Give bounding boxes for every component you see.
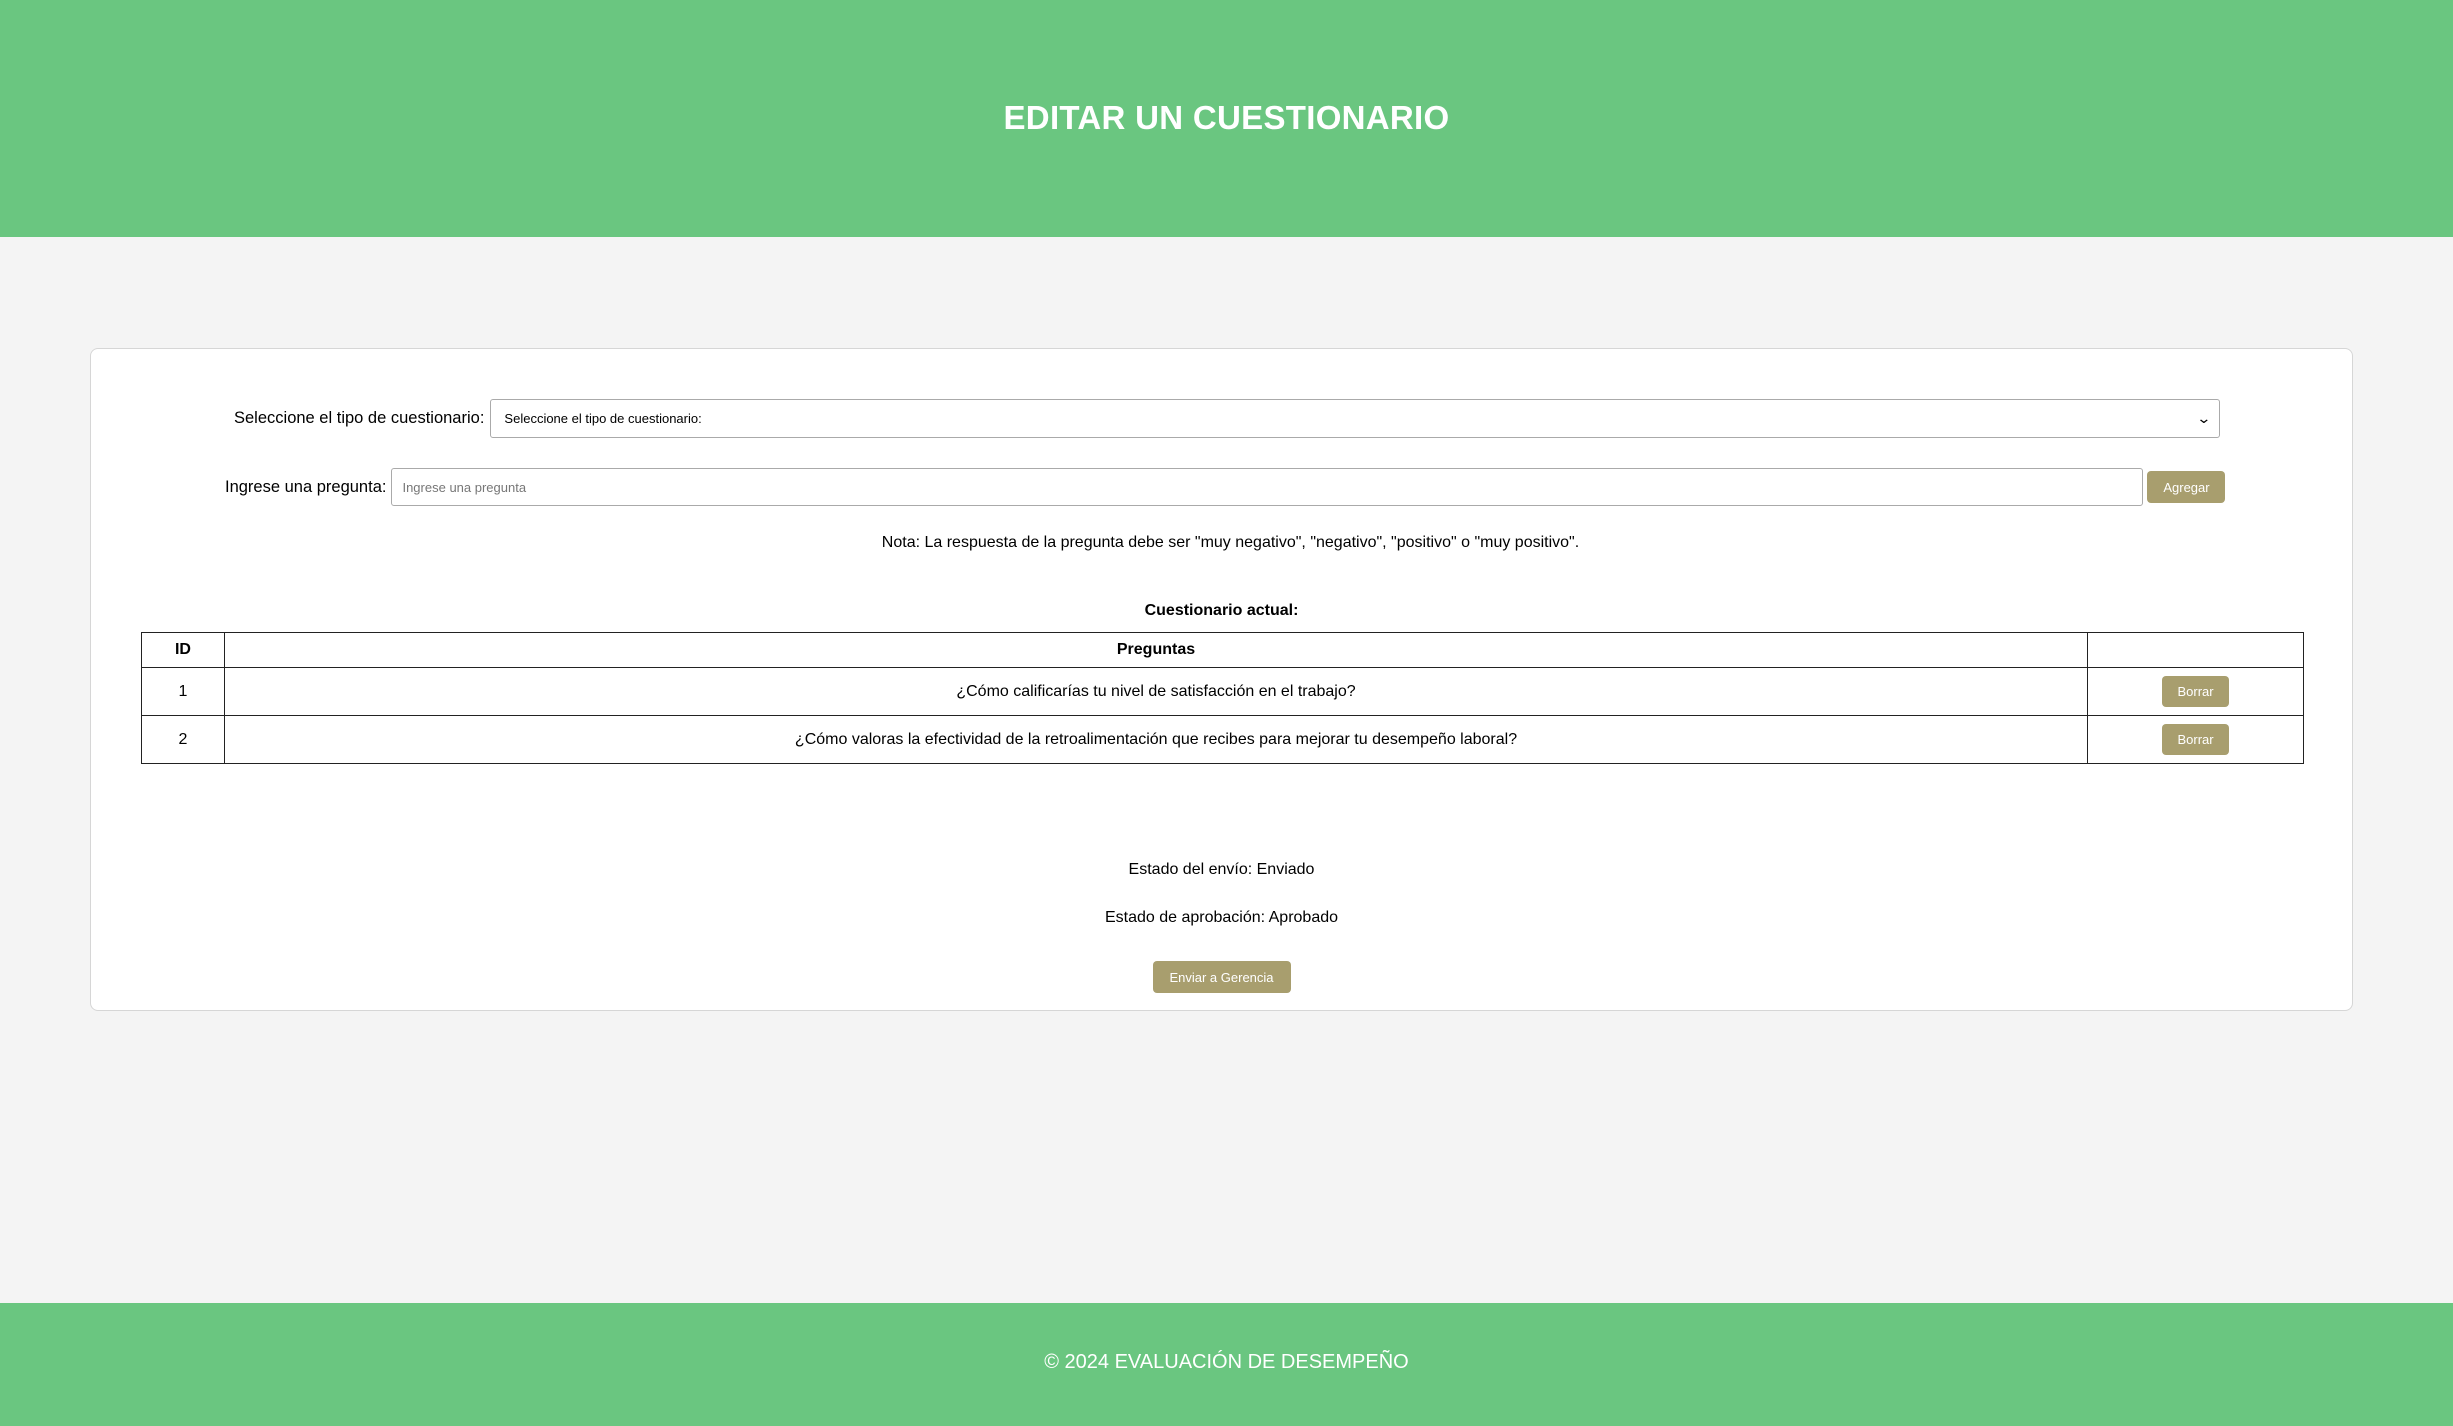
row-question: ¿Cómo valoras la efectividad de la retro… bbox=[223, 715, 2089, 764]
row-question: ¿Cómo calificarías tu nivel de satisfacc… bbox=[223, 667, 2089, 716]
row-id: 2 bbox=[141, 715, 225, 764]
chevron-down-icon: ⌄ bbox=[2195, 410, 2212, 426]
current-questionnaire-title: Cuestionario actual: bbox=[1144, 602, 1299, 619]
footer-copyright: © 2024 EVALUACIÓN DE DESEMPEÑO bbox=[1044, 1351, 1409, 1373]
row-actions: Borrar bbox=[2087, 667, 2304, 716]
column-header-actions bbox=[2087, 632, 2304, 668]
send-status: Estado del envío: Enviado bbox=[1128, 861, 1315, 878]
page-footer: © 2024 EVALUACIÓN DE DESEMPEÑO bbox=[0, 1303, 2453, 1426]
approval-status: Estado de aprobación: Aprobado bbox=[1104, 909, 1339, 926]
questions-table: ID Preguntas 1 ¿Cómo calificarías tu niv… bbox=[141, 632, 2304, 764]
questionnaire-type-row: Seleccione el tipo de cuestionario: Sele… bbox=[234, 399, 2221, 438]
page-title: EDITAR UN CUESTIONARIO bbox=[1003, 98, 1450, 136]
delete-button[interactable]: Borrar bbox=[2162, 676, 2230, 707]
table-row: 2 ¿Cómo valoras la efectividad de la ret… bbox=[141, 715, 2304, 764]
table-header-row: ID Preguntas bbox=[141, 632, 2304, 668]
answer-note: Nota: La respuesta de la pregunta debe s… bbox=[881, 534, 1580, 551]
questionnaire-type-label: Seleccione el tipo de cuestionario: bbox=[234, 409, 485, 427]
send-to-management-button[interactable]: Enviar a Gerencia bbox=[1152, 961, 1291, 993]
delete-button[interactable]: Borrar bbox=[2162, 724, 2230, 755]
questionnaire-card: Seleccione el tipo de cuestionario: Sele… bbox=[90, 348, 2353, 1011]
add-question-button[interactable]: Agregar bbox=[2147, 471, 2226, 503]
questionnaire-type-select[interactable]: Seleccione el tipo de cuestionario: ⌄ bbox=[490, 399, 2221, 438]
row-id: 1 bbox=[141, 667, 225, 716]
question-row: Ingrese una pregunta: Agregar bbox=[225, 468, 2226, 506]
column-header-questions: Preguntas bbox=[223, 632, 2089, 668]
question-label: Ingrese una pregunta: bbox=[225, 477, 387, 496]
page-header: EDITAR UN CUESTIONARIO bbox=[0, 0, 2453, 237]
send-button-container: Enviar a Gerencia bbox=[91, 961, 2352, 993]
question-input[interactable] bbox=[391, 468, 2144, 506]
table-row: 1 ¿Cómo calificarías tu nivel de satisfa… bbox=[141, 667, 2304, 716]
row-actions: Borrar bbox=[2087, 715, 2304, 764]
column-header-id: ID bbox=[141, 632, 225, 668]
questionnaire-type-value: Seleccione el tipo de cuestionario: bbox=[504, 411, 702, 426]
